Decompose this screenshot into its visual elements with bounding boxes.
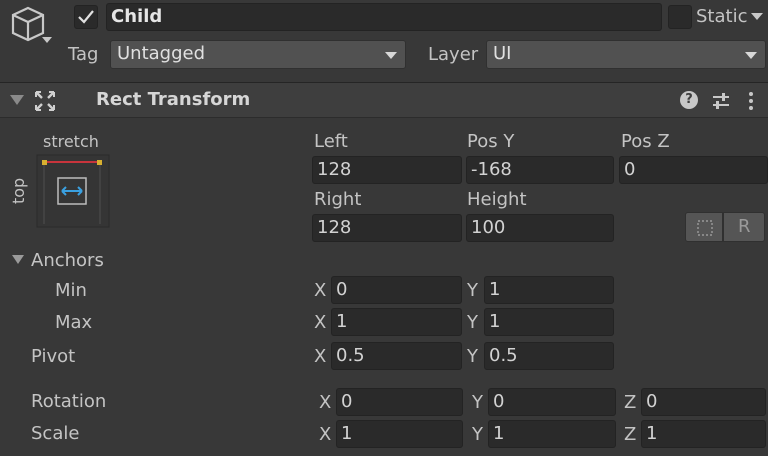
- tag-dropdown[interactable]: Untagged: [110, 40, 406, 69]
- help-icon[interactable]: ?: [680, 91, 698, 109]
- static-checkbox[interactable]: [668, 5, 692, 29]
- icon-dropdown-arrow-icon[interactable]: [42, 37, 52, 43]
- height-input[interactable]: 100: [466, 214, 614, 242]
- height-label: Height: [467, 189, 527, 210]
- tag-value: Untagged: [117, 43, 206, 64]
- active-checkbox[interactable]: [74, 5, 98, 29]
- rotation-y-axis: Y: [472, 392, 483, 413]
- scale-z-input[interactable]: 1: [641, 420, 766, 448]
- rotation-y-input[interactable]: 0: [488, 388, 616, 416]
- pivot-y-input[interactable]: 0.5: [484, 342, 614, 370]
- scale-z-axis: Z: [624, 424, 637, 445]
- anchor-min-y-axis: Y: [467, 280, 478, 301]
- static-dropdown-arrow-icon[interactable]: [751, 13, 763, 20]
- dotted-rect-icon: [697, 220, 713, 236]
- scale-y-axis: Y: [472, 424, 483, 445]
- pivot-y-axis: Y: [467, 346, 478, 367]
- pivot-x-input[interactable]: 0.5: [331, 342, 462, 370]
- anchor-max-label: Max: [55, 312, 93, 333]
- static-label[interactable]: Static: [696, 6, 747, 28]
- chevron-down-icon: [385, 52, 397, 59]
- presets-icon[interactable]: [711, 91, 731, 111]
- anchor-max-y-input[interactable]: 1: [484, 308, 614, 336]
- kebab-menu-icon[interactable]: [748, 91, 754, 111]
- anchor-horizontal-label: stretch: [43, 132, 99, 151]
- anchor-max-x-axis: X: [314, 312, 327, 333]
- raw-edit-button[interactable]: R: [723, 212, 765, 242]
- blueprint-mode-button[interactable]: [685, 212, 723, 242]
- layer-dropdown[interactable]: UI: [486, 40, 766, 69]
- anchor-min-x-axis: X: [314, 280, 327, 301]
- posy-input[interactable]: -168: [466, 156, 614, 184]
- anchors-label[interactable]: Anchors: [31, 250, 104, 272]
- left-label: Left: [314, 131, 348, 152]
- rect-transform-icon: [34, 90, 56, 112]
- anchor-min-label: Min: [55, 280, 87, 301]
- anchor-max-y-axis: Y: [467, 312, 478, 333]
- right-label: Right: [314, 189, 362, 210]
- rotation-z-axis: Z: [624, 392, 637, 413]
- anchor-vertical-label: top: [9, 177, 28, 204]
- tag-label: Tag: [68, 44, 99, 65]
- anchor-max-x-input[interactable]: 1: [331, 308, 462, 336]
- right-input[interactable]: 128: [312, 214, 462, 242]
- rotation-x-axis: X: [319, 392, 332, 413]
- posz-label: Pos Z: [621, 131, 670, 152]
- scale-x-axis: X: [319, 424, 332, 445]
- component-header[interactable]: Rect Transform ?: [0, 82, 768, 118]
- rotation-x-input[interactable]: 0: [336, 388, 463, 416]
- checkmark-icon: [78, 10, 94, 24]
- component-title: Rect Transform: [96, 89, 251, 110]
- foldout-arrow-icon[interactable]: [10, 95, 24, 105]
- posy-label: Pos Y: [467, 131, 515, 152]
- scale-x-input[interactable]: 1: [336, 420, 463, 448]
- left-input[interactable]: 128: [312, 156, 462, 184]
- rotation-z-input[interactable]: 0: [641, 388, 766, 416]
- pivot-x-axis: X: [314, 346, 327, 367]
- anchors-foldout-arrow-icon[interactable]: [12, 255, 24, 264]
- scale-label: Scale: [31, 423, 80, 444]
- object-name-input[interactable]: Child: [106, 3, 662, 31]
- chevron-down-icon: [745, 52, 757, 59]
- scale-y-input[interactable]: 1: [488, 420, 616, 448]
- anchor-min-x-input[interactable]: 0: [331, 276, 462, 304]
- raw-edit-label: R: [738, 216, 751, 237]
- anchor-preset-button[interactable]: [36, 154, 110, 228]
- layer-label: Layer: [428, 44, 479, 65]
- rotation-label: Rotation: [31, 391, 107, 412]
- anchor-min-y-input[interactable]: 1: [484, 276, 614, 304]
- posz-input[interactable]: 0: [619, 156, 768, 184]
- pivot-label: Pivot: [31, 346, 76, 367]
- layer-value: UI: [493, 43, 512, 64]
